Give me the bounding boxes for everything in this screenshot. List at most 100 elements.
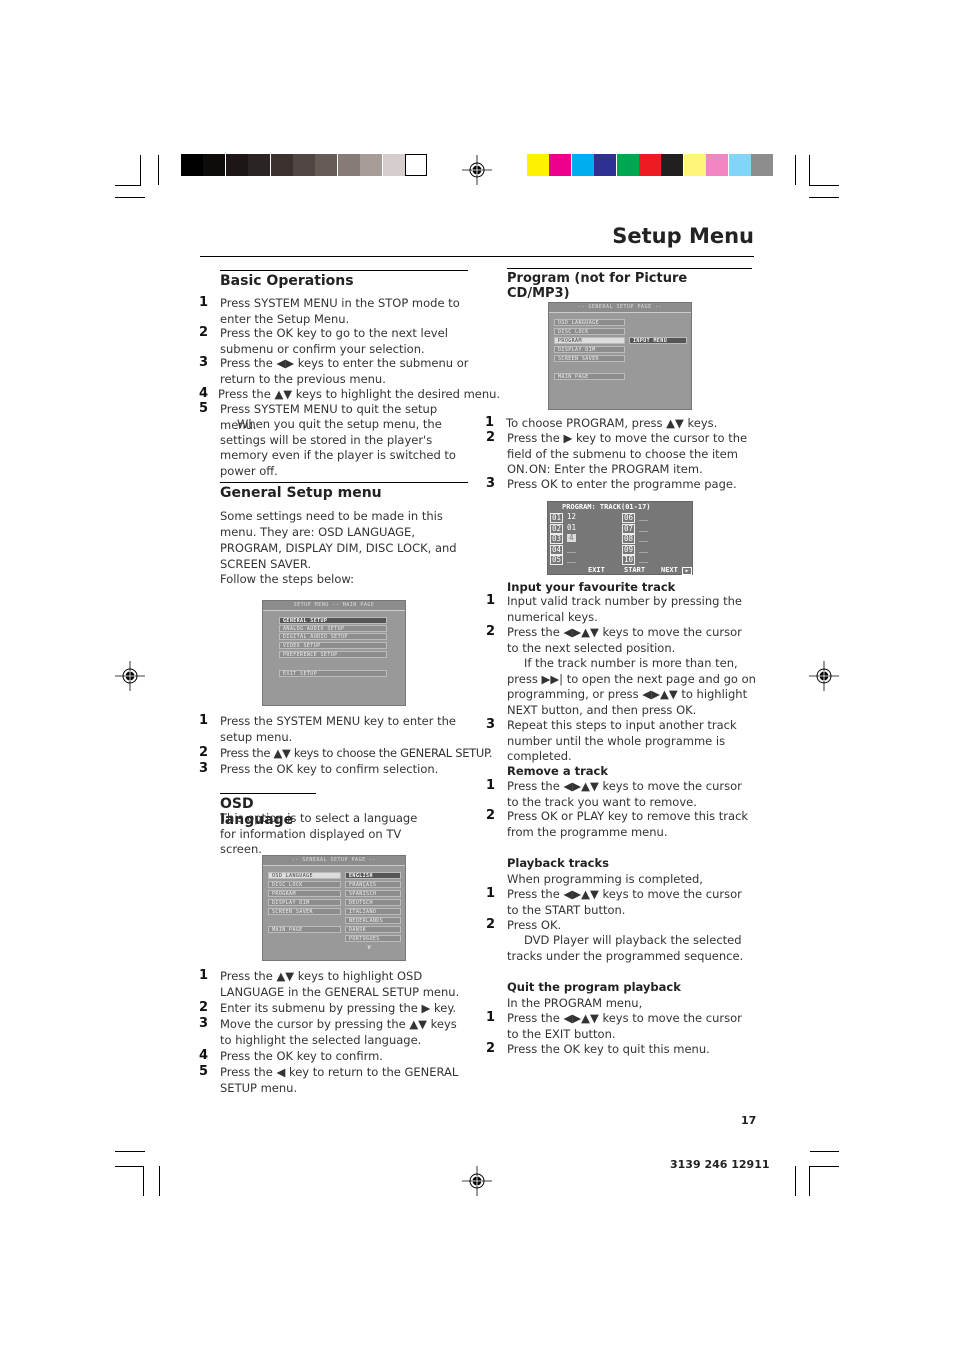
program-slot-value[interactable]: __ [639, 555, 648, 563]
menu-item-display-dim[interactable]: DISPLAY DIM [268, 899, 341, 906]
menu-item-osd-language[interactable]: OSD LANGUAGE [268, 872, 341, 879]
step-text: Press the OK key to quit this menu. [507, 1042, 710, 1056]
step-text: Press OK. [507, 918, 562, 932]
program-slot-value[interactable]: 01 [567, 523, 576, 532]
playback-intro: When programming is completed, [507, 872, 703, 886]
menu-item-osd-language[interactable]: OSD LANGUAGE [554, 319, 625, 326]
language-option[interactable]: ENGLISH [345, 872, 401, 879]
program-heading: Program (not for Picture CD/MP3) [507, 268, 752, 301]
gray-swatch [360, 154, 383, 176]
menu-item-video-setup[interactable]: VIDEO SETUP [279, 642, 387, 649]
title-rule [200, 256, 754, 257]
step-text: Press OK to enter the programme page. [507, 477, 737, 491]
submenu-input-menu[interactable]: INPUT MENU [629, 337, 687, 344]
language-option[interactable]: ITALIANO [345, 908, 401, 915]
playback-note: DVD Player will playback the selected tr… [507, 933, 744, 963]
input-track-heading: Input your favourite track [507, 580, 676, 594]
language-option[interactable]: NEDERLANDS [345, 917, 401, 924]
program-slot-value[interactable]: __ [639, 534, 648, 542]
step-text: Press the OK key to go to the next level… [220, 326, 448, 356]
color-swatch [706, 154, 729, 176]
menu-item-general-setup[interactable]: GENERAL SETUP [279, 617, 387, 624]
step: 2 Enter its submenu by pressing the ▶ key… [199, 1000, 470, 1017]
program-next-button[interactable]: NEXT [661, 566, 678, 574]
crop-mark [140, 155, 141, 185]
gray-swatch [248, 154, 271, 176]
playback-tracks-heading: Playback tracks [507, 856, 609, 870]
menu-item-screen-saver[interactable]: SCREEN SAVER [268, 908, 341, 915]
program-start-button[interactable]: START [624, 566, 645, 574]
menu-item-program[interactable]: PROGRAM [268, 890, 341, 897]
step-number: 1 [486, 593, 496, 608]
step-number: 2 [486, 917, 496, 932]
step-number: 4 [199, 1048, 209, 1063]
note-text: When you quit the setup menu, the settin… [220, 417, 456, 478]
step-number: 5 [199, 1064, 209, 1079]
menu-item-main-page[interactable]: MAIN PAGE [268, 926, 341, 933]
step-number: 5 [199, 401, 209, 416]
step-text: Press the ◀▶▲▼ keys to move the cursor t… [507, 625, 742, 655]
step-number: 3 [199, 355, 209, 370]
step-number: 1 [486, 1010, 496, 1025]
program-slot-value[interactable]: __ [639, 523, 648, 532]
menu-item-digital-audio-setup[interactable]: DIGITAL AUDIO SETUP [279, 633, 387, 640]
menu-item-screen-saver[interactable]: SCREEN SAVER [554, 355, 625, 362]
osd-language-intro: This option is to select a language for … [220, 811, 418, 856]
menu-item-preference-setup[interactable]: PREFERENCE SETUP [279, 651, 387, 658]
program-slot-number: 08 [622, 534, 636, 544]
menu-item-disc-lock[interactable]: DISC LOCK [554, 328, 625, 335]
menu-item-analog-audio-setup[interactable]: ANALOG AUDIO SETUP [279, 625, 387, 632]
step-number: 1 [486, 778, 496, 793]
step-number: 2 [486, 430, 496, 445]
color-swatch [616, 154, 639, 176]
language-option[interactable]: DEUTSCH [345, 899, 401, 906]
step-number: 2 [486, 808, 496, 823]
step: 1 Press the SYSTEM MENU key to enter the … [199, 713, 470, 745]
program-slot-value[interactable]: __ [567, 544, 576, 553]
crop-mark [115, 1166, 143, 1167]
follow-text: Follow the steps below: [220, 572, 355, 586]
step-number: 2 [199, 1000, 209, 1015]
step: 1 Press the ◀▶▲▼ keys to move the cursor … [486, 1010, 757, 1042]
menu-item-program[interactable]: PROGRAM [554, 337, 625, 344]
crop-mark [809, 1166, 810, 1196]
color-swatch [639, 154, 661, 176]
program-slot-value[interactable]: __ [567, 555, 576, 563]
program-slot-value[interactable]: __ [639, 544, 648, 553]
color-swatch [594, 154, 617, 176]
step: 2 Press the ◀▶▲▼ keys to move the cursor … [486, 624, 757, 656]
step-text: Press the OK key to confirm. [220, 1049, 383, 1063]
step: 1 Press the ◀▶▲▼ keys to move the cursor … [486, 778, 757, 810]
gray-swatch [382, 154, 405, 176]
program-slot-value[interactable]: 4 [567, 534, 576, 542]
step-text: Press the ▲▼ keys to highlight OSD LANGU… [220, 969, 460, 999]
scroll-down-chevron-icon[interactable]: ∨ [367, 943, 371, 951]
menu-item-display-dim[interactable]: DISPLAY DIM [554, 346, 625, 353]
step: 4 Press the ▲▼ keys to highlight the desi… [199, 386, 500, 403]
menu-item-main-page[interactable]: MAIN PAGE [554, 373, 625, 380]
language-option[interactable]: PORTUGUES [345, 935, 401, 942]
screen-header: -- GENERAL SETUP PAGE -- [263, 856, 405, 866]
step-text: Enter its submenu by pressing the ▶ key. [220, 1001, 457, 1015]
remove-track-heading: Remove a track [507, 764, 608, 778]
language-option[interactable]: FRANÇAIS [345, 881, 401, 888]
menu-item-disc-lock[interactable]: DISC LOCK [268, 881, 341, 888]
screen-header: -- GENERAL SETUP PAGE -- [549, 303, 691, 313]
step-text: Repeat this steps to input another track… [507, 718, 737, 763]
gray-swatch [405, 154, 427, 176]
crop-mark [809, 185, 839, 186]
program-exit-button[interactable]: EXIT [588, 566, 605, 574]
language-option[interactable]: DANSK [345, 926, 401, 933]
step: 4 Press the OK key to confirm. [199, 1048, 470, 1065]
step: 3 Repeat this steps to input another trac… [486, 717, 757, 765]
program-slot-number: 10 [622, 555, 636, 565]
program-slot-value[interactable]: 12 [567, 513, 576, 521]
crop-mark [115, 1151, 145, 1152]
crop-mark [158, 155, 159, 185]
crop-mark [795, 1166, 796, 1196]
menu-item-exit-setup[interactable]: EXIT SETUP [279, 670, 387, 677]
program-slot-value[interactable]: __ [639, 513, 648, 521]
program-slot-number: 05 [550, 555, 564, 565]
language-option[interactable]: SPANISCH [345, 890, 401, 897]
step: 3 Press the OK key to confirm selection. [199, 761, 470, 778]
